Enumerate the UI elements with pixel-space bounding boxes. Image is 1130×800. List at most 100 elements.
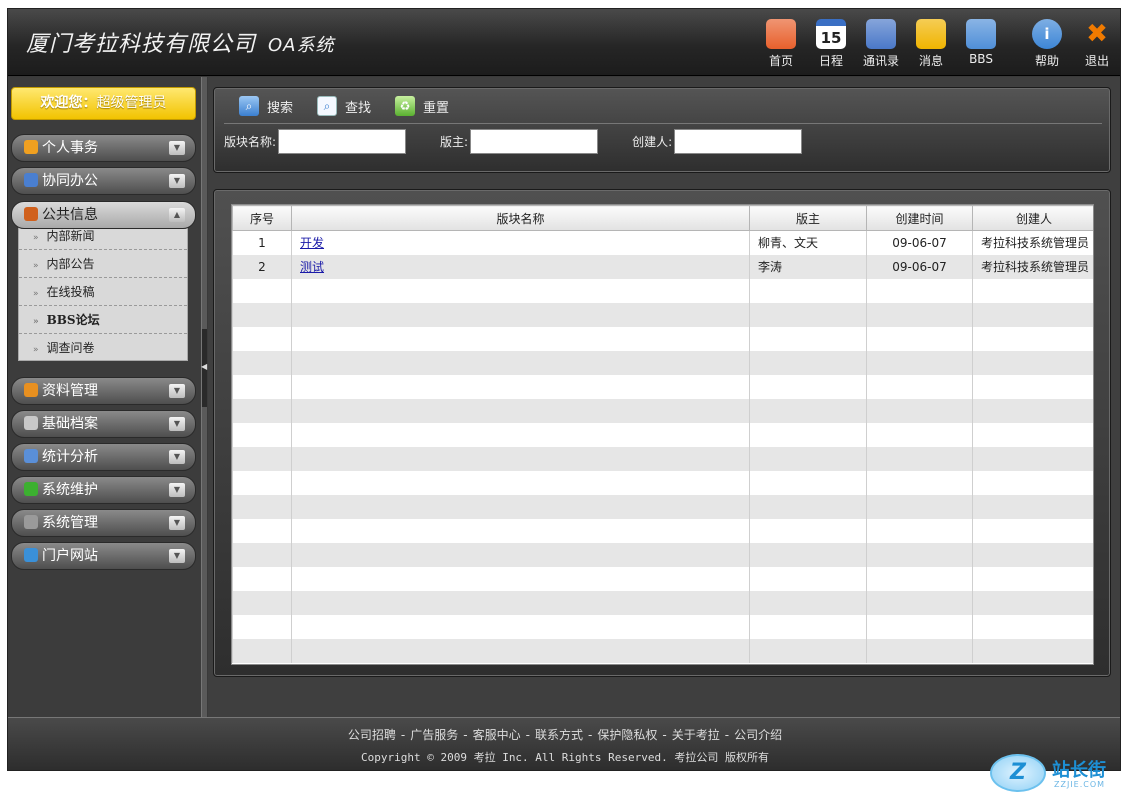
submenu-item[interactable]: » 内部公告 [19, 250, 187, 278]
table-cell-name [291, 422, 750, 447]
footer-link[interactable]: 联系方式 [535, 728, 583, 742]
table-cell-moderator: 柳青、文天 [749, 230, 867, 255]
sidebar-menu-plus[interactable]: 系统维护 ▼ [11, 476, 196, 504]
sidebar-menu-label: 公共信息 [42, 207, 98, 223]
sidebar-menu-gear[interactable]: 系统管理 ▼ [11, 509, 196, 537]
sidebar-menu-globe[interactable]: 门户网站 ▼ [11, 542, 196, 570]
chevron-down-icon[interactable]: ▼ [169, 516, 185, 530]
sidebar-menu-clipboard[interactable]: 基础档案 ▼ [11, 410, 196, 438]
table-cell-created [866, 326, 973, 351]
forum-board-table-wrap: 序号 版块名称 版主 创建时间 创建人 1 开发 柳青、文天 09-06-07 考拉科技… [231, 204, 1094, 665]
table-cell-moderator [749, 638, 867, 663]
sidebar-menu-pencil[interactable]: 个人事务 ▼ [11, 134, 196, 162]
reset-button[interactable]: ♻ 重置 [395, 96, 449, 116]
footer-separator: - [588, 728, 593, 742]
table-cell-moderator [749, 494, 867, 519]
board-name-input[interactable] [278, 129, 407, 154]
chevron-down-icon[interactable]: ▼ [169, 549, 185, 563]
chevron-up-icon[interactable]: ▲ [169, 208, 185, 222]
watermark-text: 站长街 [1052, 760, 1106, 781]
table-row [232, 614, 1093, 639]
table-cell-creator [972, 542, 1093, 567]
table-row[interactable]: 1 开发 柳青、文天 09-06-07 考拉科技系统管理员 [232, 230, 1093, 255]
toolbar-divider [224, 123, 1102, 124]
sidebar-menu-briefcase[interactable]: 公共信息 ▲ [11, 201, 196, 229]
sidebar-menu-chart[interactable]: 统计分析 ▼ [11, 443, 196, 471]
table-cell-created [866, 446, 973, 471]
moderator-input[interactable] [470, 129, 599, 154]
chevron-down-icon[interactable]: ▼ [169, 417, 185, 431]
chevron-down-icon[interactable]: ▼ [169, 483, 185, 497]
footer-link[interactable]: 公司介绍 [734, 728, 782, 742]
submenu-item[interactable]: » 在线投稿 [19, 278, 187, 306]
table-cell-no [232, 518, 292, 543]
chevron-down-icon[interactable]: ▼ [169, 450, 185, 464]
table-cell-no: 2 [232, 254, 292, 279]
table-cell-created [866, 566, 973, 591]
table-row [232, 398, 1093, 423]
table-row [232, 470, 1093, 495]
nav-help[interactable]: i 帮助 [1022, 17, 1072, 73]
chart-icon [24, 449, 38, 463]
watermark-logo-icon: Z [990, 754, 1046, 792]
table-cell-created [866, 398, 973, 423]
footer-separator: - [463, 728, 468, 742]
column-header-no[interactable]: 序号 [232, 205, 292, 231]
table-cell-no [232, 614, 292, 639]
copyright-text: Copyright © 2009 考拉 Inc. All Rights Rese… [360, 751, 769, 764]
column-header-creator[interactable]: 创建人 [972, 205, 1093, 231]
board-name-link[interactable]: 测试 [300, 260, 324, 274]
table-cell-moderator [749, 566, 867, 591]
welcome-prefix: 欢迎您： [40, 95, 97, 111]
submenu-item[interactable]: » BBS论坛 [19, 306, 187, 334]
chevron-down-icon[interactable]: ▼ [169, 174, 185, 188]
footer-link[interactable]: 关于考拉 [672, 728, 720, 742]
footer-link[interactable]: 保护隐私权 [597, 728, 657, 742]
table-cell-creator [972, 590, 1093, 615]
chevron-down-icon[interactable]: ▼ [169, 141, 185, 155]
table-cell-created [866, 614, 973, 639]
moderator-filter: 版主: [440, 129, 599, 154]
sidebar-menu-tag[interactable]: 资料管理 ▼ [11, 377, 196, 405]
table-cell-moderator [749, 302, 867, 327]
nav-address-book[interactable]: 通讯录 [856, 17, 906, 73]
search-button-label: 搜索 [267, 100, 294, 116]
board-name-link[interactable]: 开发 [300, 236, 324, 250]
footer-link[interactable]: 公司招聘 [348, 728, 396, 742]
sidebar-menu-pin[interactable]: 协同办公 ▼ [11, 167, 196, 195]
sidebar-splitter[interactable]: ◀ [201, 77, 207, 717]
find-button[interactable]: ⌕ 查找 [317, 96, 371, 116]
reset-button-label: 重置 [423, 100, 450, 116]
collapse-arrow-icon[interactable]: ◀ [201, 362, 207, 371]
search-button[interactable]: ⌕ 搜索 [239, 96, 293, 116]
chevron-down-icon[interactable]: ▼ [169, 384, 185, 398]
footer-link[interactable]: 客服中心 [473, 728, 521, 742]
nav-exit[interactable]: ✖ 退出 [1072, 17, 1120, 73]
table-cell-name [291, 398, 750, 423]
submenu-item[interactable]: » 调查问卷 [19, 334, 187, 362]
nav-label: 消息 [918, 54, 943, 68]
table-cell-created [866, 422, 973, 447]
table-row[interactable]: 2 测试 李涛 09-06-07 考拉科技系统管理员 [232, 254, 1093, 279]
column-header-moderator[interactable]: 版主 [749, 205, 867, 231]
table-header-row: 序号 版块名称 版主 创建时间 创建人 [232, 205, 1093, 231]
sidebar-menu-label: 系统维护 [42, 482, 98, 498]
table-cell-no [232, 326, 292, 351]
table-cell-creator [972, 302, 1093, 327]
creator-input[interactable] [674, 129, 803, 154]
table-cell-no [232, 278, 292, 303]
sidebar-menu-label: 协同办公 [42, 173, 98, 189]
column-header-created[interactable]: 创建时间 [866, 205, 973, 231]
sidebar-menu-label: 基础档案 [42, 416, 98, 432]
column-header-board-name[interactable]: 版块名称 [291, 205, 750, 231]
table-cell-creator [972, 422, 1093, 447]
nav-home[interactable]: 首页 [756, 17, 806, 73]
nav-message[interactable]: 消息 [906, 17, 956, 73]
footer-link[interactable]: 广告服务 [410, 728, 458, 742]
table-row [232, 326, 1093, 351]
nav-bbs[interactable]: BBS [956, 17, 1006, 73]
toolbar: ⌕ 搜索 ⌕ 查找 ♻ 重置 [239, 96, 473, 116]
briefcase-icon [24, 207, 38, 221]
nav-label: 帮助 [1034, 54, 1059, 68]
nav-calendar[interactable]: 15 日程 [806, 17, 856, 73]
